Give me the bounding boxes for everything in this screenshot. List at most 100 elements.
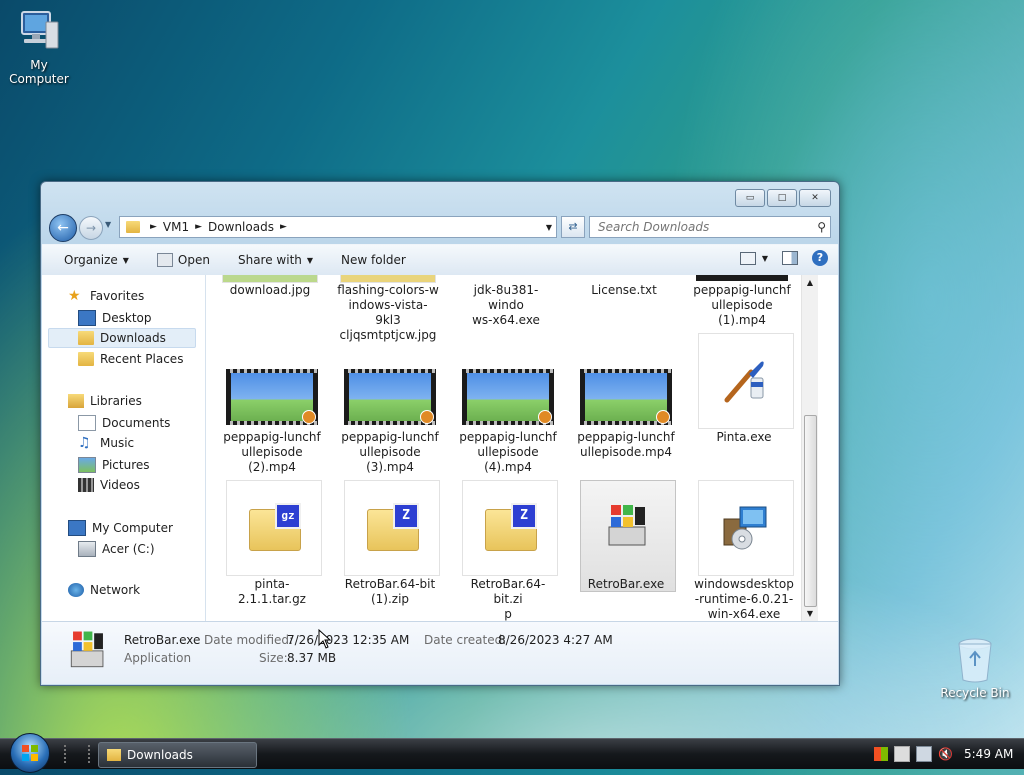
scroll-down-icon[interactable]: ▼ — [802, 609, 818, 618]
retrobar-icon — [70, 631, 104, 668]
nav-label: Documents — [102, 416, 171, 430]
preview-pane-icon[interactable] — [782, 251, 798, 265]
desktop-icon-my-computer[interactable]: My Computer — [0, 8, 78, 86]
computer-icon — [21, 11, 59, 49]
archive-thumbnail: Z — [462, 480, 558, 576]
libraries-icon — [68, 394, 84, 408]
file-name-line: RetroBar.64-bit.zi — [470, 577, 546, 606]
recent-pages-dropdown[interactable]: ▼ — [105, 220, 111, 229]
navigation-pane: ★ Favorites Desktop Downloads Recent Pla… — [42, 275, 206, 621]
forward-button[interactable]: → — [79, 216, 103, 240]
breadcrumb-downloads[interactable]: Downloads — [208, 220, 274, 234]
share-with-label: Share with — [237, 253, 302, 267]
nav-acer-drive[interactable]: Acer (C:) — [78, 541, 155, 557]
file-name-line: ullepisode — [477, 445, 539, 459]
nav-downloads[interactable]: Downloads — [48, 328, 196, 348]
refresh-button[interactable]: ⇄ — [561, 216, 585, 238]
action-center-icon[interactable] — [894, 746, 910, 762]
windows-logo-icon — [22, 745, 38, 761]
nav-my-computer[interactable]: My Computer — [68, 520, 173, 536]
file-name-line: jdk-8u381-windo — [473, 283, 539, 312]
zip-badge-icon: Z — [511, 503, 537, 529]
taskbar-grip[interactable] — [88, 745, 96, 763]
nav-label: Favorites — [90, 289, 145, 303]
minimize-button[interactable]: ▭ — [735, 189, 765, 207]
start-button[interactable] — [10, 733, 50, 773]
file-name: RetroBar.64-bit (1).zip — [340, 577, 440, 607]
app-thumbnail — [698, 333, 794, 429]
explorer-window: ▭ □ ✕ ← → ▼ ► VM1 ► Downloads ► ▼ ⇄ ⚲ Or… — [40, 181, 840, 686]
quick-launch-grip[interactable] — [64, 745, 72, 763]
breadcrumb-vm1[interactable]: VM1 — [163, 220, 189, 234]
chevron-right-icon[interactable]: ► — [280, 222, 287, 232]
command-bar: Organize ▼ Open Share with ▼ New folder … — [42, 244, 838, 276]
address-dropdown-icon[interactable]: ▼ — [546, 223, 552, 232]
nav-documents[interactable]: Documents — [78, 415, 170, 431]
address-bar[interactable]: ► VM1 ► Downloads ► ▼ — [119, 216, 557, 238]
search-box[interactable]: ⚲ — [589, 216, 831, 238]
open-icon — [156, 253, 173, 267]
file-name-line: (1).zip — [370, 592, 410, 606]
scrollbar-thumb[interactable] — [804, 415, 817, 607]
open-button[interactable]: Open — [147, 253, 220, 267]
chevron-down-icon[interactable]: ▼ — [762, 254, 768, 263]
file-name: jdk-8u381-windo ws-x64.exe — [456, 283, 556, 328]
folder-icon — [126, 221, 140, 233]
new-folder-button[interactable]: New folder — [331, 253, 416, 267]
help-icon[interactable]: ? — [812, 250, 828, 266]
file-name: download.jpg — [229, 283, 311, 297]
desktop-icon-recycle-bin[interactable]: Recycle Bin — [940, 636, 1010, 700]
video-scene — [349, 373, 431, 421]
maximize-button[interactable]: □ — [767, 189, 797, 207]
chevron-down-icon: ▼ — [306, 255, 314, 265]
nav-recent-places[interactable]: Recent Places — [78, 352, 183, 366]
share-with-button[interactable]: Share with ▼ — [228, 253, 323, 267]
video-thumbnail — [580, 369, 672, 425]
nav-label: Videos — [100, 478, 140, 492]
close-button[interactable]: ✕ — [799, 189, 831, 207]
clock[interactable]: 5:49 AM — [964, 747, 1013, 761]
nav-favorites[interactable]: ★ Favorites — [68, 289, 144, 303]
nav-videos[interactable]: Videos — [78, 478, 140, 492]
nav-libraries[interactable]: Libraries — [68, 394, 142, 408]
nav-label: Libraries — [90, 394, 142, 408]
file-name: peppapig-lunchf ullepisode (2).mp4 — [222, 430, 322, 475]
organize-label: Organize — [64, 253, 118, 267]
vertical-scrollbar[interactable]: ▲ ▼ — [801, 275, 818, 621]
video-thumbnail — [696, 275, 788, 281]
nav-label: Music — [100, 436, 135, 450]
search-icon[interactable]: ⚲ — [817, 220, 826, 234]
back-button[interactable]: ← — [49, 214, 77, 242]
nav-network[interactable]: Network — [68, 583, 140, 597]
search-input[interactable] — [596, 219, 810, 235]
refresh-icon: ⇄ — [568, 220, 578, 233]
file-name-line: p — [504, 607, 512, 621]
file-name-line: (1).mp4 — [718, 313, 766, 327]
retrobar-icon — [608, 505, 646, 546]
nav-label: Downloads — [100, 331, 166, 345]
scroll-up-icon[interactable]: ▲ — [802, 278, 818, 287]
network-tray-icon[interactable] — [916, 746, 932, 762]
file-name-line: (3).mp4 — [366, 460, 414, 474]
file-name: Pinta.exe — [716, 430, 772, 444]
nav-music[interactable]: ♫ Music — [78, 436, 134, 450]
archive-thumbnail: gz — [226, 480, 322, 576]
flag-icon[interactable] — [874, 747, 888, 761]
volume-muted-icon[interactable]: 🔇 — [938, 747, 953, 761]
views-icon[interactable] — [739, 251, 756, 265]
file-name: RetroBar.exe — [587, 577, 665, 591]
open-label: Open — [177, 253, 210, 267]
file-name: peppapig-lunchf ullepisode.mp4 — [576, 430, 676, 460]
nav-pictures[interactable]: Pictures — [78, 457, 150, 473]
documents-icon — [78, 415, 96, 431]
nav-desktop[interactable]: Desktop — [78, 310, 152, 326]
recent-places-icon — [78, 352, 94, 366]
play-icon — [420, 410, 434, 424]
computer-icon — [68, 520, 86, 536]
desktop-icon-label: My Computer — [9, 58, 69, 86]
nav-label: Desktop — [102, 311, 152, 325]
organize-button[interactable]: Organize ▼ — [42, 253, 139, 267]
chevron-right-icon[interactable]: ► — [195, 222, 202, 232]
chevron-right-icon[interactable]: ► — [150, 222, 157, 232]
taskbar-button-downloads[interactable]: Downloads — [98, 742, 257, 768]
